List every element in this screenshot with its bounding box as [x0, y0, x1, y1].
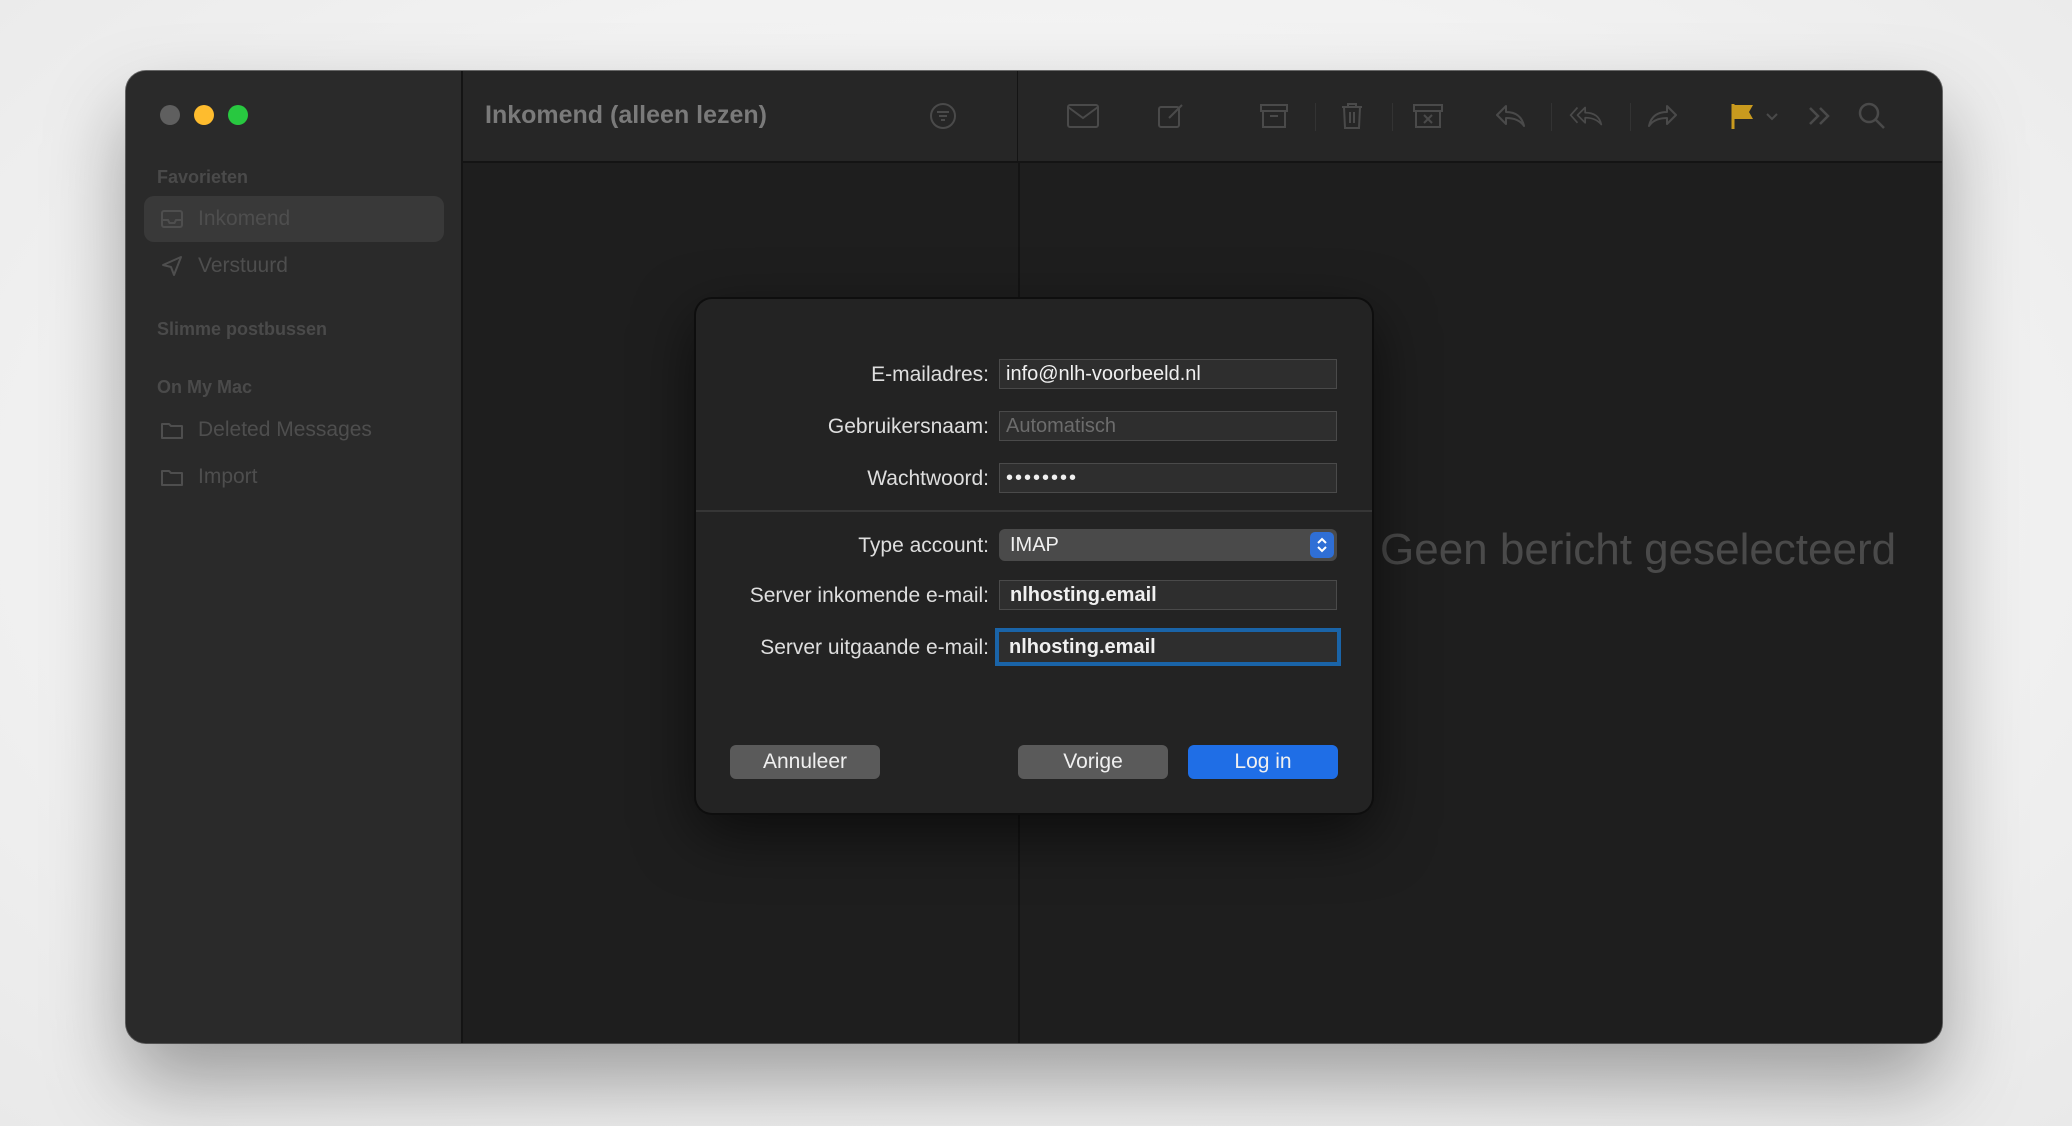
sidebar-section-favorites: Favorieten: [157, 167, 249, 187]
sidebar-item-sent[interactable]: Verstuurd: [144, 243, 444, 289]
sidebar-item-label: Import: [198, 465, 258, 488]
sidebar-item-inbox[interactable]: Inkomend: [144, 196, 444, 242]
window-title: Inkomend (alleen lezen): [485, 101, 768, 129]
divider: [696, 510, 1372, 512]
sidebar-item-label: Inkomend: [198, 207, 291, 230]
account-type-value: IMAP: [1010, 534, 1059, 556]
cancel-button[interactable]: Annuleer: [730, 745, 880, 779]
chevron-down-icon[interactable]: [1762, 99, 1782, 133]
search-icon[interactable]: [1855, 99, 1889, 133]
sidebar: Favorieten Inkomend Verstuurd Slimme pos…: [126, 71, 463, 1043]
chevron-up-down-icon: [1310, 532, 1334, 558]
account-setup-dialog: E-mailadres: info@nlh-voorbeeld.nl Gebru…: [696, 299, 1372, 813]
sidebar-section-smart-mailboxes: Slimme postbussen: [157, 319, 328, 339]
archive-icon[interactable]: [1257, 99, 1291, 133]
maximize-window-button[interactable]: [228, 105, 248, 125]
sidebar-item-import[interactable]: Import: [144, 454, 444, 500]
no-message-selected-text: Geen bericht geselecteerd: [1380, 525, 1897, 574]
outgoing-server-label: Server uitgaande e-mail:: [760, 636, 989, 659]
toolbar: Inkomend (alleen lezen): [463, 71, 1942, 163]
more-icon[interactable]: [1803, 99, 1837, 133]
forward-icon[interactable]: [1646, 99, 1680, 133]
flag-icon[interactable]: [1726, 99, 1760, 133]
previous-button[interactable]: Vorige: [1018, 745, 1168, 779]
incoming-server-field[interactable]: nlhosting.email: [999, 580, 1337, 610]
envelope-icon[interactable]: [1066, 99, 1100, 133]
account-type-label: Type account:: [858, 534, 989, 557]
sidebar-item-label: Verstuurd: [198, 254, 288, 277]
reply-all-icon[interactable]: [1569, 99, 1603, 133]
filter-icon[interactable]: [926, 99, 960, 133]
outgoing-server-field[interactable]: nlhosting.email: [995, 628, 1341, 666]
username-label: Gebruikersnaam:: [827, 415, 989, 438]
close-window-button[interactable]: [160, 105, 180, 125]
trash-icon[interactable]: [1335, 99, 1369, 133]
reply-icon[interactable]: [1493, 99, 1527, 133]
sidebar-item-label: Deleted Messages: [198, 418, 372, 441]
username-field[interactable]: Automatisch: [999, 411, 1337, 441]
incoming-server-label: Server inkomende e-mail:: [749, 584, 989, 607]
paper-plane-icon: [160, 254, 184, 278]
folder-icon: [160, 418, 184, 442]
email-field[interactable]: info@nlh-voorbeeld.nl: [999, 359, 1337, 389]
email-label: E-mailadres:: [871, 363, 989, 386]
junk-icon[interactable]: [1411, 99, 1445, 133]
minimize-window-button[interactable]: [194, 105, 214, 125]
sidebar-item-deleted-messages[interactable]: Deleted Messages: [144, 407, 444, 453]
compose-icon[interactable]: [1154, 99, 1188, 133]
inbox-icon: [160, 207, 184, 231]
password-label: Wachtwoord:: [867, 467, 989, 490]
account-type-select[interactable]: IMAP: [999, 529, 1337, 561]
sidebar-section-on-my-mac: On My Mac: [157, 377, 253, 397]
login-button[interactable]: Log in: [1188, 745, 1338, 779]
password-field[interactable]: ••••••••: [999, 463, 1337, 493]
folder-icon: [160, 465, 184, 489]
